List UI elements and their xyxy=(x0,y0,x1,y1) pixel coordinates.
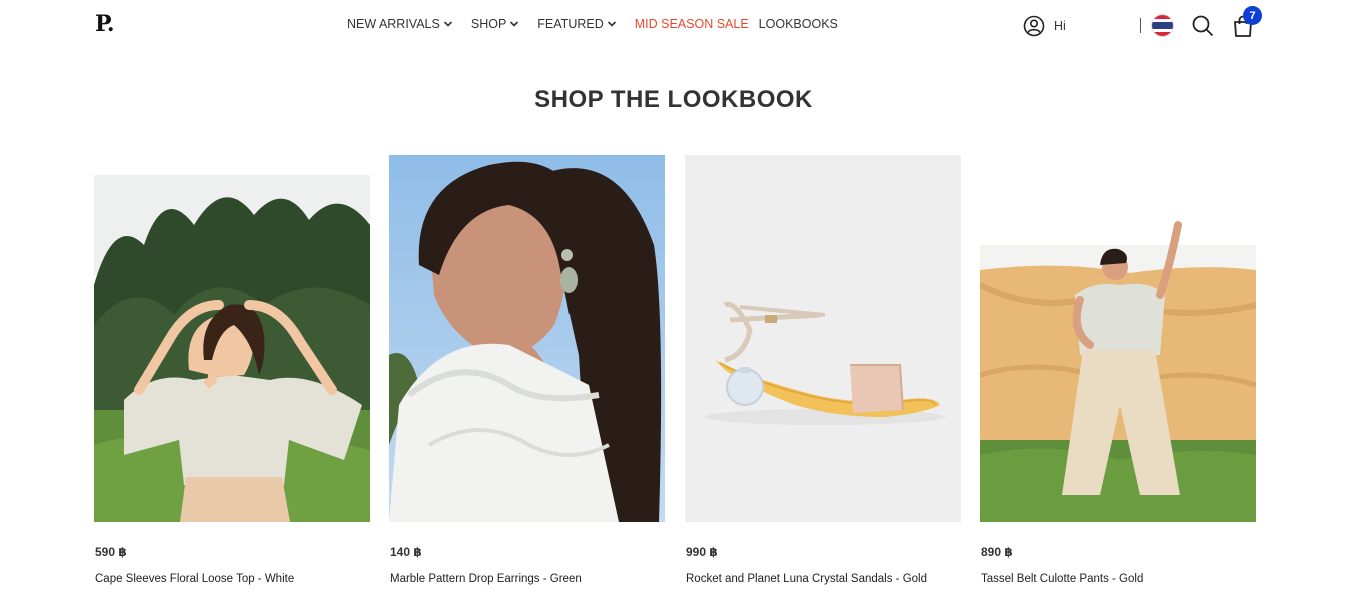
product-image-earrings[interactable] xyxy=(389,155,665,522)
user-circle-icon[interactable] xyxy=(1023,15,1045,37)
search-icon[interactable] xyxy=(1191,14,1215,38)
nav-item-mid-season-sale[interactable]: MID SEASON SALE xyxy=(635,17,749,31)
nav-item-featured[interactable]: FEATURED xyxy=(537,17,616,31)
cart-count-badge: 7 xyxy=(1243,6,1262,25)
nav-item-label: LOOKBOOKS xyxy=(758,17,838,31)
product-price: 890 ฿ xyxy=(981,545,1013,559)
site-header: P. NEW ARRIVALS SHOP FEATURED MID SEASON… xyxy=(0,0,1347,52)
product-name[interactable]: Rocket and Planet Luna Crystal Sandals -… xyxy=(686,573,927,585)
product-price: 590 ฿ xyxy=(95,545,127,559)
nav-item-label: NEW ARRIVALS xyxy=(347,17,440,31)
product-image-culotte-pants[interactable] xyxy=(980,155,1256,522)
account-greeting[interactable]: Hi xyxy=(1054,19,1066,33)
nav-item-lookbooks[interactable]: LOOKBOOKS xyxy=(759,17,838,31)
nav-item-new-arrivals[interactable]: NEW ARRIVALS xyxy=(347,17,453,31)
header-divider xyxy=(1140,18,1141,33)
nav-item-label: MID SEASON SALE xyxy=(634,17,749,31)
brand-logo[interactable]: P. xyxy=(95,11,115,37)
product-price: 990 ฿ xyxy=(686,545,718,559)
account-link[interactable]: Hi xyxy=(1023,15,1066,37)
nav-item-shop[interactable]: SHOP xyxy=(471,17,519,31)
nav-item-label: FEATURED xyxy=(537,17,604,31)
chevron-down-icon xyxy=(443,21,452,27)
page-title: SHOP THE LOOKBOOK xyxy=(534,86,813,113)
product-image-sandals[interactable] xyxy=(685,155,961,522)
thailand-flag-icon[interactable] xyxy=(1152,15,1173,36)
nav-item-label: SHOP xyxy=(470,17,507,31)
product-name[interactable]: Tassel Belt Culotte Pants - Gold xyxy=(981,573,1143,585)
chevron-down-icon xyxy=(607,21,616,27)
main-nav: NEW ARRIVALS SHOP FEATURED MID SEASON SA… xyxy=(347,17,856,31)
product-image-floral-top[interactable] xyxy=(94,155,370,522)
product-name[interactable]: Cape Sleeves Floral Loose Top - White xyxy=(95,573,294,585)
chevron-down-icon xyxy=(510,21,519,27)
product-name[interactable]: Marble Pattern Drop Earrings - Green xyxy=(390,573,582,585)
product-price: 140 ฿ xyxy=(390,545,422,559)
